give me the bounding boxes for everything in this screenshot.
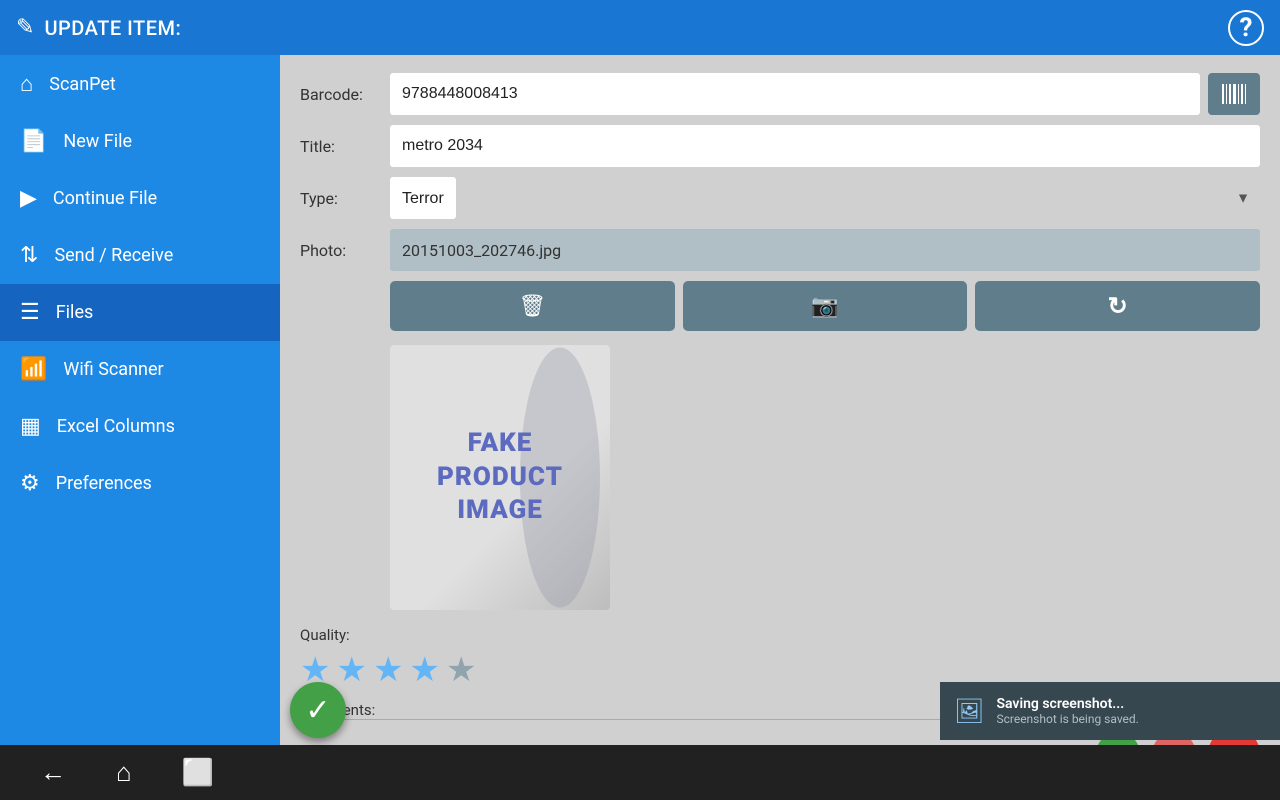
edit-icon: ✎ [16,15,34,40]
sidebar-item-preferences[interactable]: ⚙ Preferences [0,455,280,512]
sidebar-label-scanpet: ScanPet [49,74,116,95]
chevron-down-icon: ▼ [1236,190,1250,207]
quality-label: Quality: [300,626,1260,644]
star-4[interactable]: ★ [409,650,439,690]
excel-icon: ▦ [20,414,41,439]
topbar: ✎ UPDATE ITEM: ? [0,0,1280,55]
notification-subtitle: Screenshot is being saved. [996,712,1138,726]
camera-icon: 📷 [811,293,838,319]
play-icon: ▶ [20,186,37,211]
recents-button[interactable]: ⬜ [182,758,214,788]
sidebar-label-files: Files [56,302,94,323]
product-placeholder-text: FAKEPRODUCTIMAGE [437,427,563,528]
quality-section: Quality: ★ ★ ★ ★ ★ [300,626,1260,690]
sidebar-item-files[interactable]: ☰ Files [0,284,280,341]
home-icon: ⌂ [20,71,33,97]
sidebar-item-new-file[interactable]: 📄 New File [0,113,280,170]
trash-icon: 🗑 [518,293,546,319]
product-image: FAKEPRODUCTIMAGE [390,345,610,610]
photo-filename: 20151003_202746.jpg [390,229,1260,271]
title-label: Title: [300,137,390,156]
camera-button[interactable]: 📷 [683,281,968,331]
sidebar-label-wifi-scanner: Wifi Scanner [63,359,163,380]
photo-actions: 🗑 📷 ↻ [390,281,1260,331]
sidebar-item-wifi-scanner[interactable]: 📶 Wifi Scanner [0,341,280,398]
barcode-icon [1220,80,1248,108]
sidebar-label-excel-columns: Excel Columns [57,416,175,437]
screenshot-icon: 🖼 [954,697,984,725]
refresh-photo-button[interactable]: ↻ [975,281,1260,331]
type-select[interactable]: Terror [390,177,456,219]
confirm-fab-button[interactable]: ✓ [290,682,346,738]
file-icon: 📄 [20,129,47,154]
sidebar-label-new-file: New File [63,131,132,152]
screenshot-notification: 🖼 Saving screenshot... Screenshot is bei… [940,682,1280,740]
notification-title: Saving screenshot... [996,696,1138,712]
wifi-icon: 📶 [20,357,47,382]
photo-label: Photo: [300,241,390,260]
title-input[interactable] [390,125,1260,167]
help-button[interactable]: ? [1228,10,1264,46]
star-3[interactable]: ★ [373,650,403,690]
star-5[interactable]: ★ [446,650,476,690]
files-icon: ☰ [20,300,40,325]
sidebar-label-send-receive: Send / Receive [54,245,173,266]
barcode-input[interactable] [390,73,1200,115]
sidebar-item-scanpet[interactable]: ⌂ ScanPet [0,55,280,113]
sidebar-item-continue-file[interactable]: ▶ Continue File [0,170,280,227]
sidebar-item-excel-columns[interactable]: ▦ Excel Columns [0,398,280,455]
gear-icon: ⚙ [20,471,40,496]
sidebar: ⌂ ScanPet 📄 New File ▶ Continue File ⇅ S… [0,55,280,800]
refresh-icon: ↻ [1108,292,1128,321]
type-label: Type: [300,189,390,208]
star-2[interactable]: ★ [336,650,366,690]
sidebar-label-continue-file: Continue File [53,188,157,209]
barcode-scan-button[interactable] [1208,73,1260,115]
home-button[interactable]: ⌂ [116,757,132,788]
send-receive-icon: ⇅ [20,243,38,268]
notification-text: Saving screenshot... Screenshot is being… [996,696,1138,726]
title-row: Title: [300,125,1260,167]
page-title: UPDATE ITEM: [44,16,181,40]
sidebar-label-preferences: Preferences [56,473,152,494]
type-wrapper: Terror ▼ [390,177,1260,219]
sidebar-item-send-receive[interactable]: ⇅ Send / Receive [0,227,280,284]
type-row: Type: Terror ▼ [300,177,1260,219]
barcode-field-group [390,73,1260,115]
delete-photo-button[interactable]: 🗑 [390,281,675,331]
checkmark-icon: ✓ [305,693,330,728]
barcode-label: Barcode: [300,85,390,104]
bottombar: ← ⌂ ⬜ [0,745,1280,800]
barcode-row: Barcode: [300,73,1260,115]
photo-row: Photo: 20151003_202746.jpg [300,229,1260,271]
back-button[interactable]: ← [40,757,66,788]
